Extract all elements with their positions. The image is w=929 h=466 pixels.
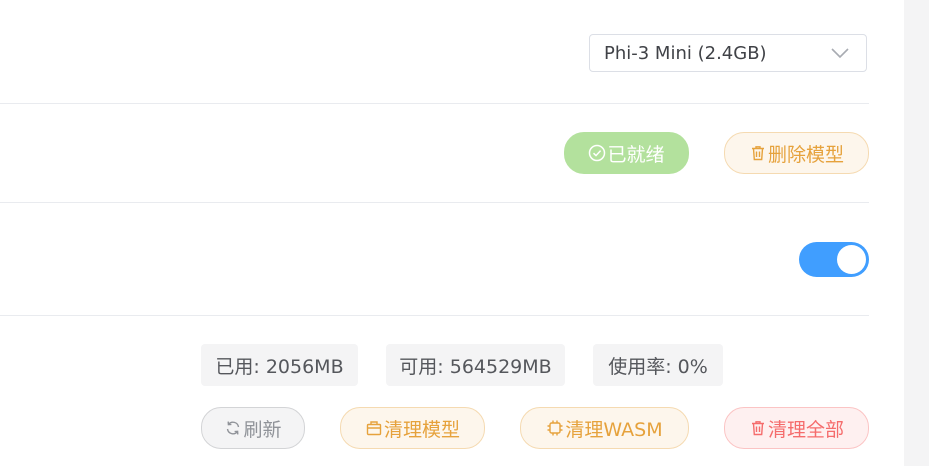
toggle-knob xyxy=(837,245,866,274)
feature-toggle-switch[interactable] xyxy=(799,242,869,277)
chevron-down-icon xyxy=(831,48,849,59)
memory-used-tag: 已用: 2056MB xyxy=(201,344,358,386)
scrollbar-track[interactable] xyxy=(904,0,929,466)
row-divider xyxy=(0,202,869,203)
delete-model-label: 删除模型 xyxy=(767,143,844,166)
clean-all-button[interactable]: 清理全部 xyxy=(724,407,869,449)
box-icon xyxy=(366,421,382,436)
clean-model-label: 清理模型 xyxy=(383,418,460,441)
row-divider xyxy=(0,103,869,104)
clean-all-label: 清理全部 xyxy=(767,418,844,441)
model-select[interactable]: Phi-3 Mini (2.4GB) xyxy=(589,34,867,72)
refresh-button[interactable]: 刷新 xyxy=(201,407,305,449)
clean-model-button[interactable]: 清理模型 xyxy=(340,407,485,449)
refresh-icon xyxy=(227,421,240,435)
row-divider xyxy=(0,315,869,316)
clean-wasm-label: 清理WASM xyxy=(565,418,663,441)
circle-check-icon xyxy=(589,144,606,162)
refresh-label: 刷新 xyxy=(243,418,282,441)
chip-icon xyxy=(547,420,563,436)
delete-model-button[interactable]: 删除模型 xyxy=(724,132,869,174)
memory-available-tag: 可用: 564529MB xyxy=(386,344,565,386)
model-ready-button[interactable]: 已就绪 xyxy=(564,132,689,174)
model-select-value: Phi-3 Mini (2.4GB) xyxy=(604,42,767,64)
clean-wasm-button[interactable]: 清理WASM xyxy=(520,407,689,449)
model-ready-label: 已就绪 xyxy=(607,143,665,166)
memory-usage-rate-tag: 使用率: 0% xyxy=(593,344,723,386)
trash-icon xyxy=(751,146,764,161)
trash-icon xyxy=(751,421,764,436)
